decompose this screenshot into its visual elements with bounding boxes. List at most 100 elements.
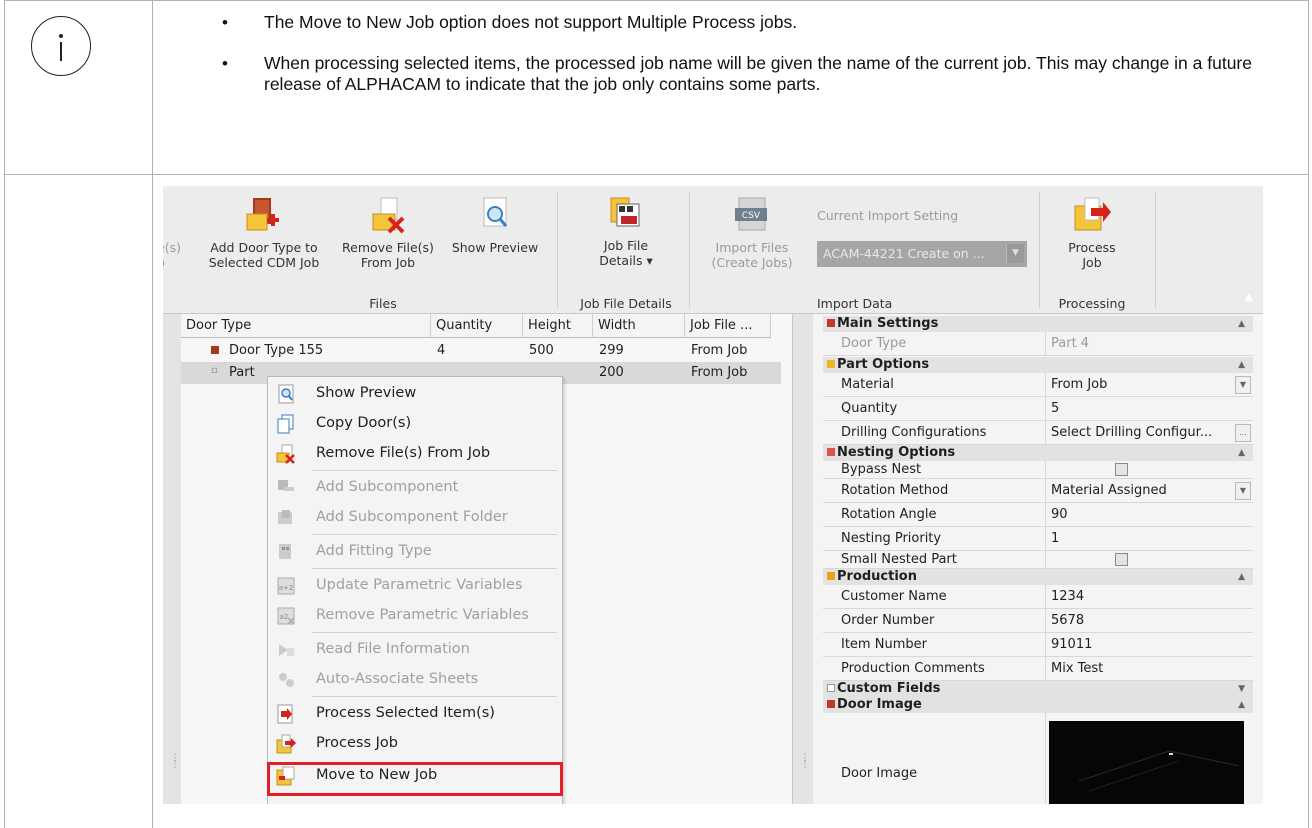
column-header-quantity[interactable]: Quantity (431, 314, 523, 338)
prop-value: 91011 (1051, 637, 1093, 652)
prop-material[interactable]: Material From Job ▼ (823, 373, 1253, 397)
menu-separator (312, 696, 557, 697)
prop-order-number[interactable]: Order Number 5678 (823, 609, 1253, 633)
menu-item-auto-associate[interactable]: Auto-Associate Sheets (268, 665, 562, 695)
prop-nesting-priority[interactable]: Nesting Priority 1 (823, 527, 1253, 551)
import-setting-select[interactable]: ACAM-44221 Create on ... ▼ (817, 241, 1027, 267)
collapse-icon[interactable]: ▲ (1238, 316, 1245, 332)
prop-small-nested-part[interactable]: Small Nested Part (823, 551, 1253, 569)
show-preview-button[interactable]: Show Preview (445, 196, 545, 255)
svg-text:a+2: a+2 (279, 584, 294, 592)
note-bullet: When processing selected items, the proc… (222, 53, 1282, 95)
add-door-icon (245, 196, 283, 236)
left-splitter[interactable]: ⋮ ⋮ (163, 314, 181, 804)
section-icon (827, 684, 835, 692)
prop-key: Bypass Nest (841, 462, 922, 477)
section-title: Main Settings (837, 316, 939, 331)
process-job-button[interactable]: Process Job (1047, 196, 1137, 270)
prop-rotation-method[interactable]: Rotation Method Material Assigned ▼ (823, 479, 1253, 503)
right-splitter[interactable]: ⋮ ⋮ (793, 314, 813, 804)
chevron-down-icon[interactable]: ▼ (1006, 244, 1024, 263)
collapse-icon[interactable]: ▲ (1238, 357, 1245, 373)
prop-customer-name[interactable]: Customer Name 1234 (823, 585, 1253, 609)
menu-item-remove-parametric[interactable]: a2 Remove Parametric Variables (268, 601, 562, 631)
bypass-nest-checkbox[interactable] (1115, 463, 1128, 476)
collapse-ribbon-icon[interactable]: ▲ (1245, 290, 1253, 303)
menu-item-update-parametric[interactable]: a+2 Update Parametric Variables (268, 571, 562, 601)
import-files-label: Import Files (Create Jobs) (711, 240, 793, 270)
remove-file-icon (276, 444, 296, 464)
menu-item-copy-doors[interactable]: Copy Door(s) (268, 409, 562, 439)
menu-item-add-subcomponent-folder[interactable]: Add Subcomponent Folder (268, 503, 562, 533)
tree-cell-name: Part (229, 365, 255, 380)
section-main-settings[interactable]: Main Settings ▲ (823, 316, 1253, 332)
ellipsis-button[interactable]: ... (1235, 424, 1251, 442)
menu-item-remove-files[interactable]: Remove File(s) From Job (268, 439, 562, 469)
menu-item-show-preview[interactable]: Show Preview (268, 379, 562, 409)
context-menu: Show Preview Copy Door(s) Remove File(s)… (267, 376, 563, 804)
menu-item-process-selected[interactable]: Process Selected Item(s) (268, 699, 562, 729)
collapse-icon[interactable]: ▲ (1238, 697, 1245, 713)
prop-rotation-angle[interactable]: Rotation Angle 90 (823, 503, 1253, 527)
section-door-image[interactable]: Door Image ▲ (823, 697, 1253, 713)
prop-quantity[interactable]: Quantity 5 (823, 397, 1253, 421)
column-header-height[interactable]: Height (523, 314, 593, 338)
ribbon-separator (689, 192, 690, 308)
svg-text:CSV: CSV (742, 211, 761, 221)
ribbon-cut-button[interactable]: e(s) b (163, 240, 181, 270)
section-part-options[interactable]: Part Options ▲ (823, 357, 1253, 373)
remove-files-button[interactable]: Remove File(s) From Job (333, 196, 443, 270)
collapse-icon[interactable]: ▲ (1238, 445, 1245, 461)
remove-files-label: Remove File(s) From Job (342, 240, 434, 270)
job-file-details-button[interactable]: Job File Details ▾ (571, 194, 681, 268)
grip-icon: ⋮ ⋮ (800, 753, 810, 770)
group-job-file-details-label: Job File Details (580, 296, 672, 311)
update-parametric-icon: a+2 (276, 576, 296, 596)
menu-item-label: Process Selected Item(s) (316, 705, 495, 721)
small-nested-part-checkbox[interactable] (1115, 553, 1128, 566)
section-title: Custom Fields (837, 681, 941, 696)
prop-drilling[interactable]: Drilling Configurations Select Drilling C… (823, 421, 1253, 445)
tree-cell-name: Door Type 155 (229, 343, 324, 358)
menu-item-label: Read File Information (316, 641, 470, 657)
job-file-details-label: Job File Details ▾ (599, 238, 653, 268)
menu-item-label: Remove Parametric Variables (316, 607, 529, 623)
prop-item-number[interactable]: Item Number 91011 (823, 633, 1253, 657)
prop-key: Nesting Priority (841, 531, 942, 546)
menu-item-label: Auto-Associate Sheets (316, 671, 479, 687)
menu-item-add-subcomponent[interactable]: Add Subcomponent (268, 473, 562, 503)
menu-item-label: Copy Door(s) (316, 415, 412, 431)
prop-key: Material (841, 377, 894, 392)
menu-item-label: Show Preview (316, 385, 417, 401)
svg-text:a2: a2 (280, 613, 289, 621)
prop-value: From Job (1051, 377, 1108, 392)
chevron-down-icon[interactable]: ▼ (1235, 482, 1251, 500)
menu-item-process-job[interactable]: Process Job (268, 729, 562, 759)
menu-separator (312, 470, 557, 471)
column-header-width[interactable]: Width (593, 314, 685, 338)
expand-icon[interactable]: ▼ (1238, 681, 1245, 697)
menu-item-add-fitting-type[interactable]: Add Fitting Type (268, 537, 562, 567)
section-production[interactable]: Production ▲ (823, 569, 1253, 585)
column-header-job-file[interactable]: Job File ... (685, 314, 771, 338)
ribbon-separator (557, 192, 558, 308)
section-nesting-options[interactable]: Nesting Options ▲ (823, 445, 1253, 461)
collapse-icon[interactable]: ▲ (1238, 569, 1245, 585)
menu-item-read-file-info[interactable]: Read File Information (268, 635, 562, 665)
note-bullets: The Move to New Job option does not supp… (222, 12, 1282, 115)
prop-production-comments[interactable]: Production Comments Mix Test (823, 657, 1253, 681)
section-icon (827, 360, 835, 368)
tree-cell-width: 200 (599, 365, 624, 380)
section-title: Production (837, 569, 917, 584)
section-custom-fields[interactable]: Custom Fields ▼ (823, 681, 1253, 697)
column-header-door-type[interactable]: Door Type (181, 314, 431, 338)
menu-item-label: Add Subcomponent Folder (316, 509, 508, 525)
prop-key: Customer Name (841, 589, 947, 604)
tree-row[interactable]: Door Type 155 4 500 299 From Job (181, 340, 781, 362)
preview-icon (476, 196, 514, 236)
import-files-button[interactable]: CSV Import Files (Create Jobs) (697, 196, 807, 270)
add-door-type-button[interactable]: Add Door Type to Selected CDM Job (199, 196, 329, 270)
process-job-icon (1073, 196, 1111, 236)
chevron-down-icon[interactable]: ▼ (1235, 376, 1251, 394)
prop-bypass-nest[interactable]: Bypass Nest (823, 461, 1253, 479)
